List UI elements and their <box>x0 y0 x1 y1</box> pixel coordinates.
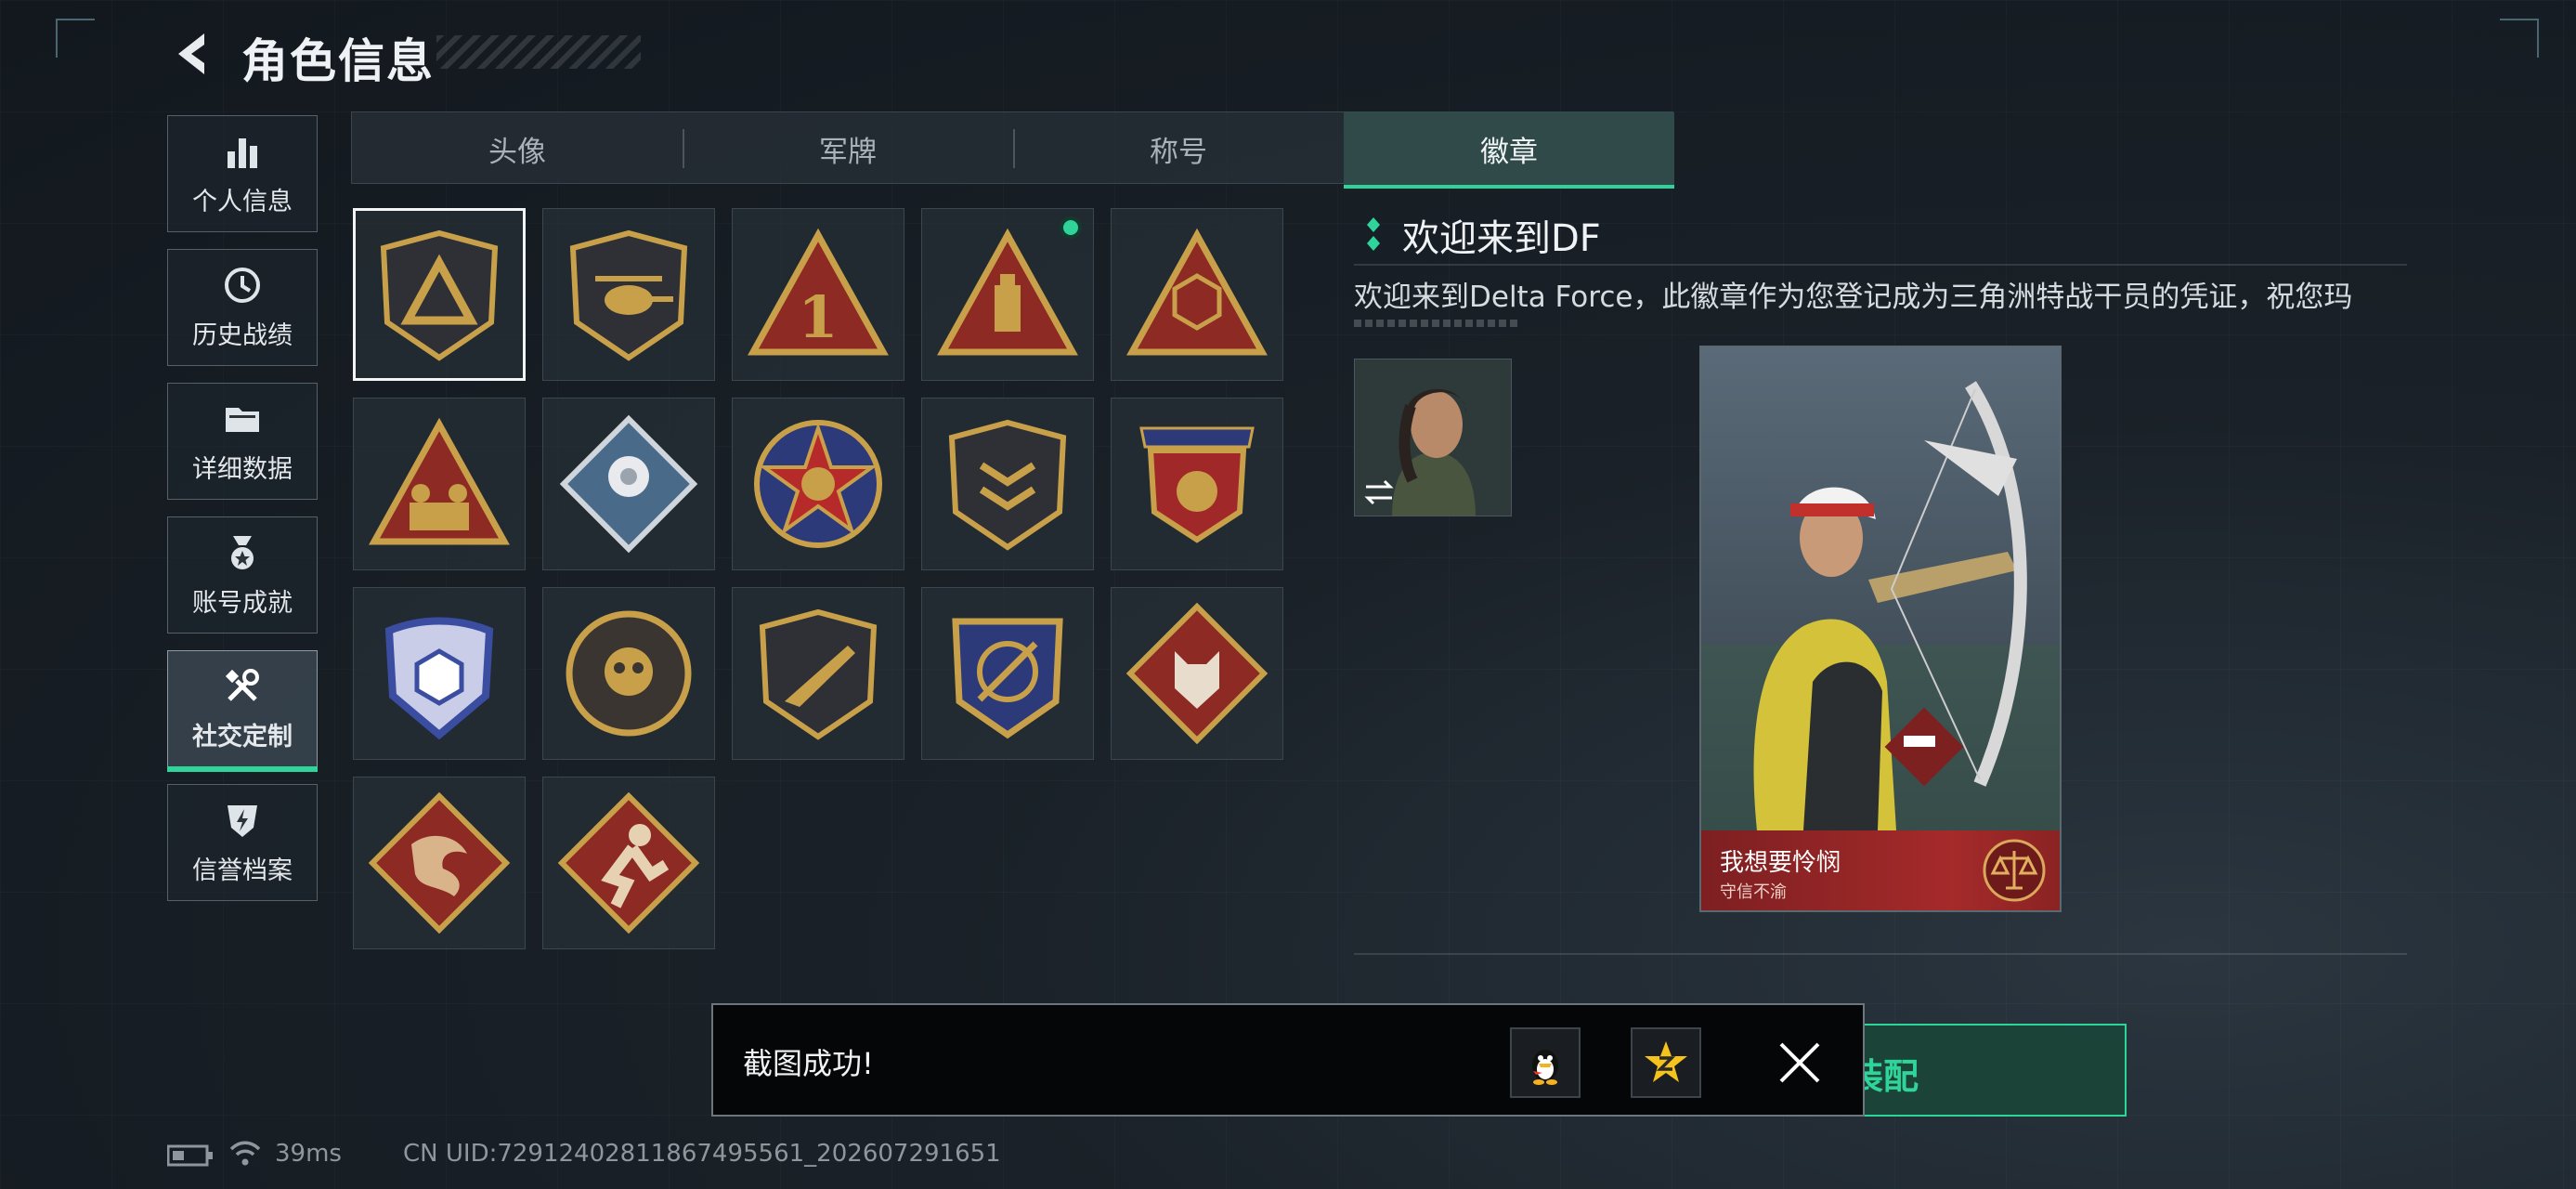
back-arrow-icon[interactable] <box>167 28 215 80</box>
wolf-badge-icon <box>1125 602 1268 745</box>
laurel-shield-badge-icon <box>1139 426 1255 543</box>
badge-slot[interactable] <box>353 777 526 949</box>
badge-slot[interactable] <box>1111 208 1283 381</box>
badge-slot[interactable] <box>1111 587 1283 760</box>
sidebar-item-label: 社交定制 <box>192 722 293 751</box>
qzone-star-icon <box>1645 1041 1687 1082</box>
tab-dog-tag[interactable]: 军牌 <box>683 112 1013 185</box>
number-one-badge-icon: 1 <box>748 228 889 356</box>
sidebar-item-label: 信誉档案 <box>192 856 293 885</box>
medal-icon <box>231 535 254 569</box>
badge-slot[interactable] <box>921 398 1094 570</box>
description-decoration <box>1354 320 1521 327</box>
tab-avatar[interactable]: 头像 <box>352 112 683 185</box>
clock-icon <box>225 267 260 303</box>
badge-detail-title: 欢迎来到DF <box>1402 217 1601 260</box>
helicopter-badge-icon <box>569 229 688 361</box>
badge-slot[interactable] <box>921 208 1094 381</box>
badge-detail-description: 欢迎来到Delta Force，此徽章作为您登记成为三角洲特战干员的凭证，祝您玛 <box>1354 281 2353 314</box>
share-qq-button[interactable] <box>1510 1027 1581 1098</box>
sidebar-item-label: 账号成就 <box>192 588 293 618</box>
wifi-icon <box>229 1141 261 1166</box>
divider <box>1354 953 2407 955</box>
badge-slot[interactable] <box>921 587 1094 760</box>
toast-message: 截图成功! <box>743 1046 874 1081</box>
divider <box>1354 264 2407 266</box>
badge-slot[interactable] <box>1111 398 1283 570</box>
squad-badge-icon <box>369 417 510 545</box>
sidebar-item-credit-record[interactable]: 信誉档案 <box>167 784 318 901</box>
shield-lightning-icon <box>228 804 257 837</box>
sidebar-item-label: 详细数据 <box>192 454 293 484</box>
target-crest-badge-icon <box>952 618 1063 739</box>
qq-penguin-icon <box>1532 1050 1558 1085</box>
corner-decoration <box>2500 19 2539 58</box>
round-skull-badge-icon <box>566 610 692 737</box>
tab-badge[interactable]: 徽章 <box>1344 112 1674 189</box>
badge-slot[interactable] <box>542 208 715 381</box>
tab-bar: 头像 军牌 称号 徽章 <box>351 111 1674 189</box>
close-icon[interactable] <box>1774 1037 1826 1089</box>
card-name: 我想要怜悯 <box>1720 849 1841 877</box>
svg-text:1: 1 <box>798 283 838 351</box>
badge-slot[interactable] <box>542 398 715 570</box>
sidebar-item-personal-info[interactable]: 个人信息 <box>167 115 318 232</box>
delta-shield-badge-icon <box>380 229 499 361</box>
ping-readout: 39ms <box>275 1140 342 1168</box>
sidebar-item-achievements[interactable]: 账号成就 <box>167 516 318 634</box>
sidebar-item-label: 历史战绩 <box>192 320 293 350</box>
card-subtitle: 守信不渝 <box>1720 882 1787 902</box>
badge-slot[interactable] <box>542 587 715 760</box>
justice-scales-icon <box>1983 839 2046 902</box>
blue-crest-badge-icon <box>384 617 494 740</box>
swap-icon <box>1364 479 1394 505</box>
tab-title[interactable]: 称号 <box>1013 112 1344 185</box>
battery-icon <box>167 1144 213 1167</box>
badge-slot[interactable] <box>542 777 715 949</box>
badge-slot[interactable] <box>732 398 904 570</box>
chevron-shield-badge-icon <box>948 419 1067 551</box>
runner-badge-icon <box>557 791 700 934</box>
operator-card-art <box>1701 347 2060 910</box>
tools-icon <box>225 668 259 701</box>
sidebar-item-label: 个人信息 <box>192 187 293 216</box>
user-uid: CN UID:72912402811867495561_202607291651 <box>403 1140 1001 1168</box>
diamond-marker-icon <box>1367 217 1380 251</box>
flower-badge-icon <box>559 414 698 554</box>
share-qzone-button[interactable] <box>1631 1027 1701 1098</box>
dragon-badge-icon <box>368 791 511 934</box>
page-title: 角色信息 <box>241 34 435 88</box>
badge-slot[interactable] <box>353 398 526 570</box>
sidebar-item-history[interactable]: 历史战绩 <box>167 249 318 366</box>
title-decoration <box>436 35 641 69</box>
cube-hands-badge-icon <box>1126 228 1268 356</box>
screenshot-toast: 截图成功! <box>711 1003 1865 1117</box>
operator-card-preview: 我想要怜悯 守信不渝 <box>1699 346 2062 912</box>
usb-drive-badge-icon <box>937 228 1078 356</box>
badge-slot[interactable] <box>732 587 904 760</box>
operator-portrait-switch[interactable] <box>1354 359 1512 516</box>
folder-icon <box>226 407 259 432</box>
skull-star-badge-icon <box>754 420 882 548</box>
sidebar-item-social-custom[interactable]: 社交定制 <box>167 650 318 772</box>
sidebar-item-detailed-data[interactable]: 详细数据 <box>167 383 318 500</box>
badge-slot[interactable]: 1 <box>732 208 904 381</box>
badge-slot[interactable] <box>353 587 526 760</box>
corner-decoration <box>56 19 95 58</box>
new-indicator-dot <box>1060 216 1082 239</box>
badge-slot[interactable] <box>353 208 526 381</box>
bar-chart-icon <box>228 137 257 168</box>
card-nameplate: 我想要怜悯 守信不渝 <box>1701 830 2060 910</box>
rifle-badge-icon <box>759 608 878 740</box>
